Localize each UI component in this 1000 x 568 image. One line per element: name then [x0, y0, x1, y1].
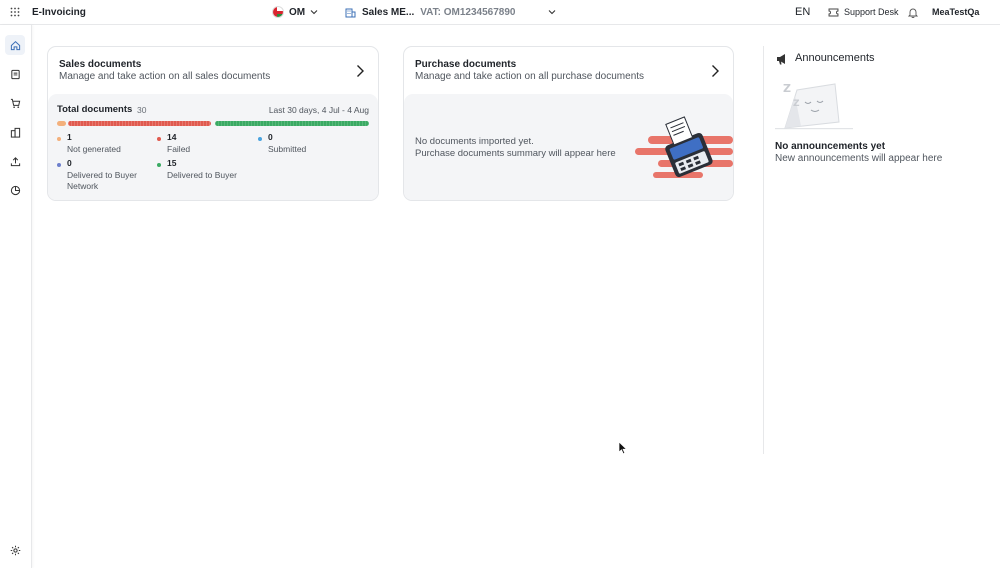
- total-documents-count: 30: [137, 105, 147, 115]
- purchase-empty-line2: Purchase documents summary will appear h…: [415, 148, 616, 159]
- notifications-bell-icon[interactable]: [908, 0, 918, 24]
- gear-icon: [10, 545, 20, 555]
- stat-value: 14: [167, 132, 177, 142]
- stat-failed[interactable]: 14 Failed: [157, 132, 247, 154]
- payment-terminal-illustration-icon: [635, 116, 733, 178]
- sales-card-header[interactable]: Sales documents Manage and take action o…: [48, 47, 378, 94]
- sales-card-subtitle: Manage and take action on all sales docu…: [59, 71, 271, 82]
- ticket-icon: [828, 8, 839, 16]
- country-code: OM: [289, 6, 306, 18]
- stat-not-generated[interactable]: 1 Not generated: [57, 132, 147, 154]
- svg-text:Z: Z: [793, 99, 800, 109]
- stat-submitted[interactable]: 0 Submitted: [258, 132, 348, 154]
- purchase-card-header[interactable]: Purchase documents Manage and take actio…: [404, 47, 733, 94]
- user-menu[interactable]: MeaTestQa: [932, 0, 979, 24]
- status-dot: [157, 137, 161, 141]
- entity-name: Sales ME...: [362, 6, 415, 18]
- chevron-down-icon: [310, 10, 318, 15]
- announcements-empty-title: No announcements yet: [775, 141, 886, 152]
- status-bar-not-generated: [57, 121, 66, 126]
- stat-delivered-to-buyer[interactable]: 15 Delivered to Buyer: [157, 158, 257, 180]
- mouse-cursor-icon: [618, 441, 628, 455]
- purchase-card-title: Purchase documents: [415, 59, 517, 70]
- stat-value: 1: [67, 132, 72, 142]
- sidebar-item-purchases[interactable]: [5, 93, 25, 113]
- purchase-empty-line1: No documents imported yet.: [415, 136, 534, 147]
- sidebar: [0, 25, 32, 568]
- stat-label: Delivered to Buyer Network: [67, 170, 137, 191]
- cart-icon: [10, 98, 20, 108]
- status-dot: [258, 137, 262, 141]
- stat-label: Failed: [167, 144, 191, 154]
- chevron-right-icon[interactable]: [710, 64, 720, 78]
- status-dot: [57, 137, 61, 141]
- sleeping-box-illustration-icon: Z Z: [775, 82, 853, 130]
- stat-label: Submitted: [268, 144, 307, 154]
- chevron-right-icon[interactable]: [355, 64, 365, 78]
- sales-card-title: Sales documents: [59, 59, 142, 70]
- stat-value: 15: [167, 158, 177, 168]
- stat-delivered-to-buyer-network[interactable]: 0 Delivered to Buyer Network: [57, 158, 147, 191]
- apps-grid-icon[interactable]: [10, 0, 22, 24]
- purchase-empty-text: No documents imported yet. Purchase docu…: [415, 136, 616, 160]
- sidebar-item-settings[interactable]: [5, 540, 25, 560]
- stat-value: 0: [67, 158, 72, 168]
- pie-chart-icon: [10, 185, 20, 195]
- megaphone-icon: [777, 54, 785, 65]
- sidebar-item-entities[interactable]: [5, 122, 25, 142]
- sidebar-item-reports[interactable]: [5, 180, 25, 200]
- building-icon: [345, 8, 356, 17]
- document-icon: [10, 69, 20, 79]
- entity-selector[interactable]: Sales ME... VAT: OM1234567890: [345, 0, 556, 24]
- panel-divider: [763, 46, 764, 454]
- stat-label: Delivered to Buyer: [167, 170, 237, 180]
- sales-summary: Total documents 30 Last 30 days, 4 Jul -…: [48, 94, 378, 200]
- chevron-down-icon: [548, 10, 555, 15]
- purchase-documents-card[interactable]: Purchase documents Manage and take actio…: [403, 46, 734, 201]
- building-icon: [10, 127, 20, 138]
- home-icon: [10, 40, 20, 50]
- status-bar-delivered: [215, 121, 369, 126]
- svg-text:Z: Z: [783, 82, 791, 95]
- stat-value: 0: [268, 132, 273, 142]
- upload-icon: [10, 156, 20, 166]
- oman-flag-icon: [272, 6, 284, 18]
- announcements-empty-subtitle: New announcements will appear here: [775, 153, 943, 164]
- period-label: Last 30 days, 4 Jul - 4 Aug: [268, 105, 369, 115]
- purchase-card-subtitle: Manage and take action on all purchase d…: [415, 71, 645, 82]
- status-dot: [157, 163, 161, 167]
- sidebar-item-home[interactable]: [5, 35, 25, 55]
- purchase-empty-state: No documents imported yet. Purchase docu…: [404, 94, 733, 200]
- sales-documents-card[interactable]: Sales documents Manage and take action o…: [47, 46, 379, 201]
- sidebar-item-documents[interactable]: [5, 64, 25, 84]
- support-desk-label: Support Desk: [844, 7, 899, 17]
- support-desk-link[interactable]: Support Desk: [828, 0, 899, 24]
- entity-vat: VAT: OM1234567890: [420, 6, 516, 18]
- language-selector[interactable]: EN: [795, 0, 810, 24]
- status-dot: [57, 163, 61, 167]
- country-selector[interactable]: OM: [272, 0, 318, 24]
- app-title: E-Invoicing: [32, 6, 86, 18]
- top-bar: E-Invoicing OM Sales ME... VAT: OM123456…: [0, 0, 1000, 25]
- status-bar-failed: [68, 121, 211, 126]
- stat-label: Not generated: [67, 144, 121, 154]
- announcements-title: Announcements: [795, 52, 875, 64]
- total-documents-label: Total documents: [57, 104, 133, 115]
- sidebar-item-upload[interactable]: [5, 151, 25, 171]
